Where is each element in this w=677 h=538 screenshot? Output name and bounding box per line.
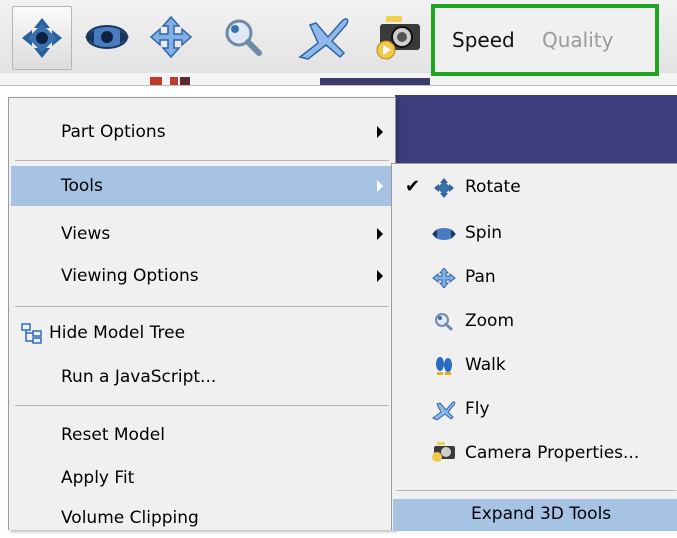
walk-icon — [436, 357, 452, 375]
pan-tool-button[interactable] — [142, 6, 200, 68]
menu-item-label: Views — [61, 224, 111, 244]
fly-icon — [432, 401, 456, 420]
fly-tool-button[interactable] — [294, 6, 352, 68]
submenu-item-pan[interactable]: Pan — [393, 256, 677, 300]
submenu-item-label: Camera Properties... — [465, 443, 640, 463]
menu-separator — [15, 405, 389, 406]
spin-tool-button[interactable] — [78, 6, 136, 68]
submenu-item-label: Expand 3D Tools — [471, 504, 612, 524]
submenu-item-label: Spin — [465, 223, 503, 243]
background-fragment — [150, 77, 162, 85]
submenu-item-zoom[interactable]: Zoom — [393, 300, 677, 344]
context-menu: Part Options Tools Views Viewing Options… — [8, 97, 396, 530]
menu-item-hide-model-tree[interactable]: Hide Model Tree — [11, 313, 393, 353]
submenu-item-label: Fly — [465, 399, 490, 419]
submenu-item-walk[interactable]: Walk — [393, 344, 677, 388]
menu-item-viewing-options[interactable]: Viewing Options — [11, 256, 393, 296]
model-tree-icon — [21, 323, 42, 344]
submenu-item-label: Pan — [465, 267, 496, 287]
menu-separator — [15, 160, 389, 161]
submenu-item-rotate[interactable]: ✔ Rotate — [393, 166, 677, 210]
menu-item-label: Part Options — [61, 122, 166, 142]
background-fragment — [320, 78, 430, 85]
rotate-icon — [22, 18, 62, 58]
menu-item-apply-fit[interactable]: Apply Fit — [11, 458, 393, 498]
submenu-item-label: Zoom — [465, 311, 515, 331]
menu-item-label: Hide Model Tree — [49, 323, 186, 343]
rotate-tool-button[interactable] — [12, 6, 72, 70]
quality-mode-option[interactable]: Quality — [542, 28, 613, 52]
background-fragment — [180, 77, 190, 85]
pan-icon — [149, 15, 193, 59]
submenu-item-spin[interactable]: Spin — [393, 212, 677, 256]
menu-separator — [15, 306, 389, 307]
submenu-item-fly[interactable]: Fly — [393, 388, 677, 432]
zoom-icon — [225, 19, 262, 56]
tools-submenu: ✔ Rotate Spin Pan Zoom Walk Fly Camera P… — [391, 163, 677, 531]
menu-item-label: Run a JavaScript... — [61, 367, 217, 387]
menu-item-volume-clipping[interactable]: Volume Clipping — [11, 498, 393, 538]
menu-item-tools[interactable]: Tools — [11, 166, 393, 206]
submenu-item-camera-properties[interactable]: Camera Properties... — [393, 432, 677, 476]
camera-icon — [432, 442, 455, 462]
menu-item-reset-model[interactable]: Reset Model — [11, 415, 393, 455]
speed-mode-option[interactable]: Speed — [452, 28, 515, 52]
submenu-arrow-icon — [377, 228, 383, 240]
submenu-item-expand-3d-tools[interactable]: Expand 3D Tools — [393, 499, 677, 531]
zoom-tool-button[interactable] — [214, 6, 272, 68]
background-fragment — [170, 77, 178, 85]
menu-item-run-javascript[interactable]: Run a JavaScript... — [11, 357, 393, 397]
menu-item-views[interactable]: Views — [11, 214, 393, 254]
pan-icon — [432, 268, 456, 288]
menu-item-label: Volume Clipping — [61, 508, 199, 528]
spin-icon — [432, 228, 456, 240]
menu-item-label: Viewing Options — [61, 266, 199, 286]
submenu-arrow-icon — [377, 180, 383, 192]
camera-icon — [376, 16, 420, 60]
menu-item-label: Reset Model — [61, 425, 165, 445]
camera-tool-button[interactable] — [370, 6, 428, 68]
submenu-arrow-icon — [377, 270, 383, 282]
menu-item-label: Tools — [61, 176, 103, 196]
submenu-item-label: Rotate — [465, 177, 521, 197]
submenu-arrow-icon — [377, 126, 383, 138]
zoom-icon — [435, 313, 453, 331]
menu-separator — [396, 490, 676, 491]
menu-item-part-options[interactable]: Part Options — [11, 112, 393, 152]
submenu-item-label: Walk — [465, 355, 506, 375]
checkmark-icon: ✔ — [405, 176, 421, 197]
spin-icon — [85, 25, 129, 49]
fly-icon — [298, 18, 349, 60]
menu-item-label: Apply Fit — [61, 468, 135, 488]
rotate-icon — [434, 178, 454, 198]
